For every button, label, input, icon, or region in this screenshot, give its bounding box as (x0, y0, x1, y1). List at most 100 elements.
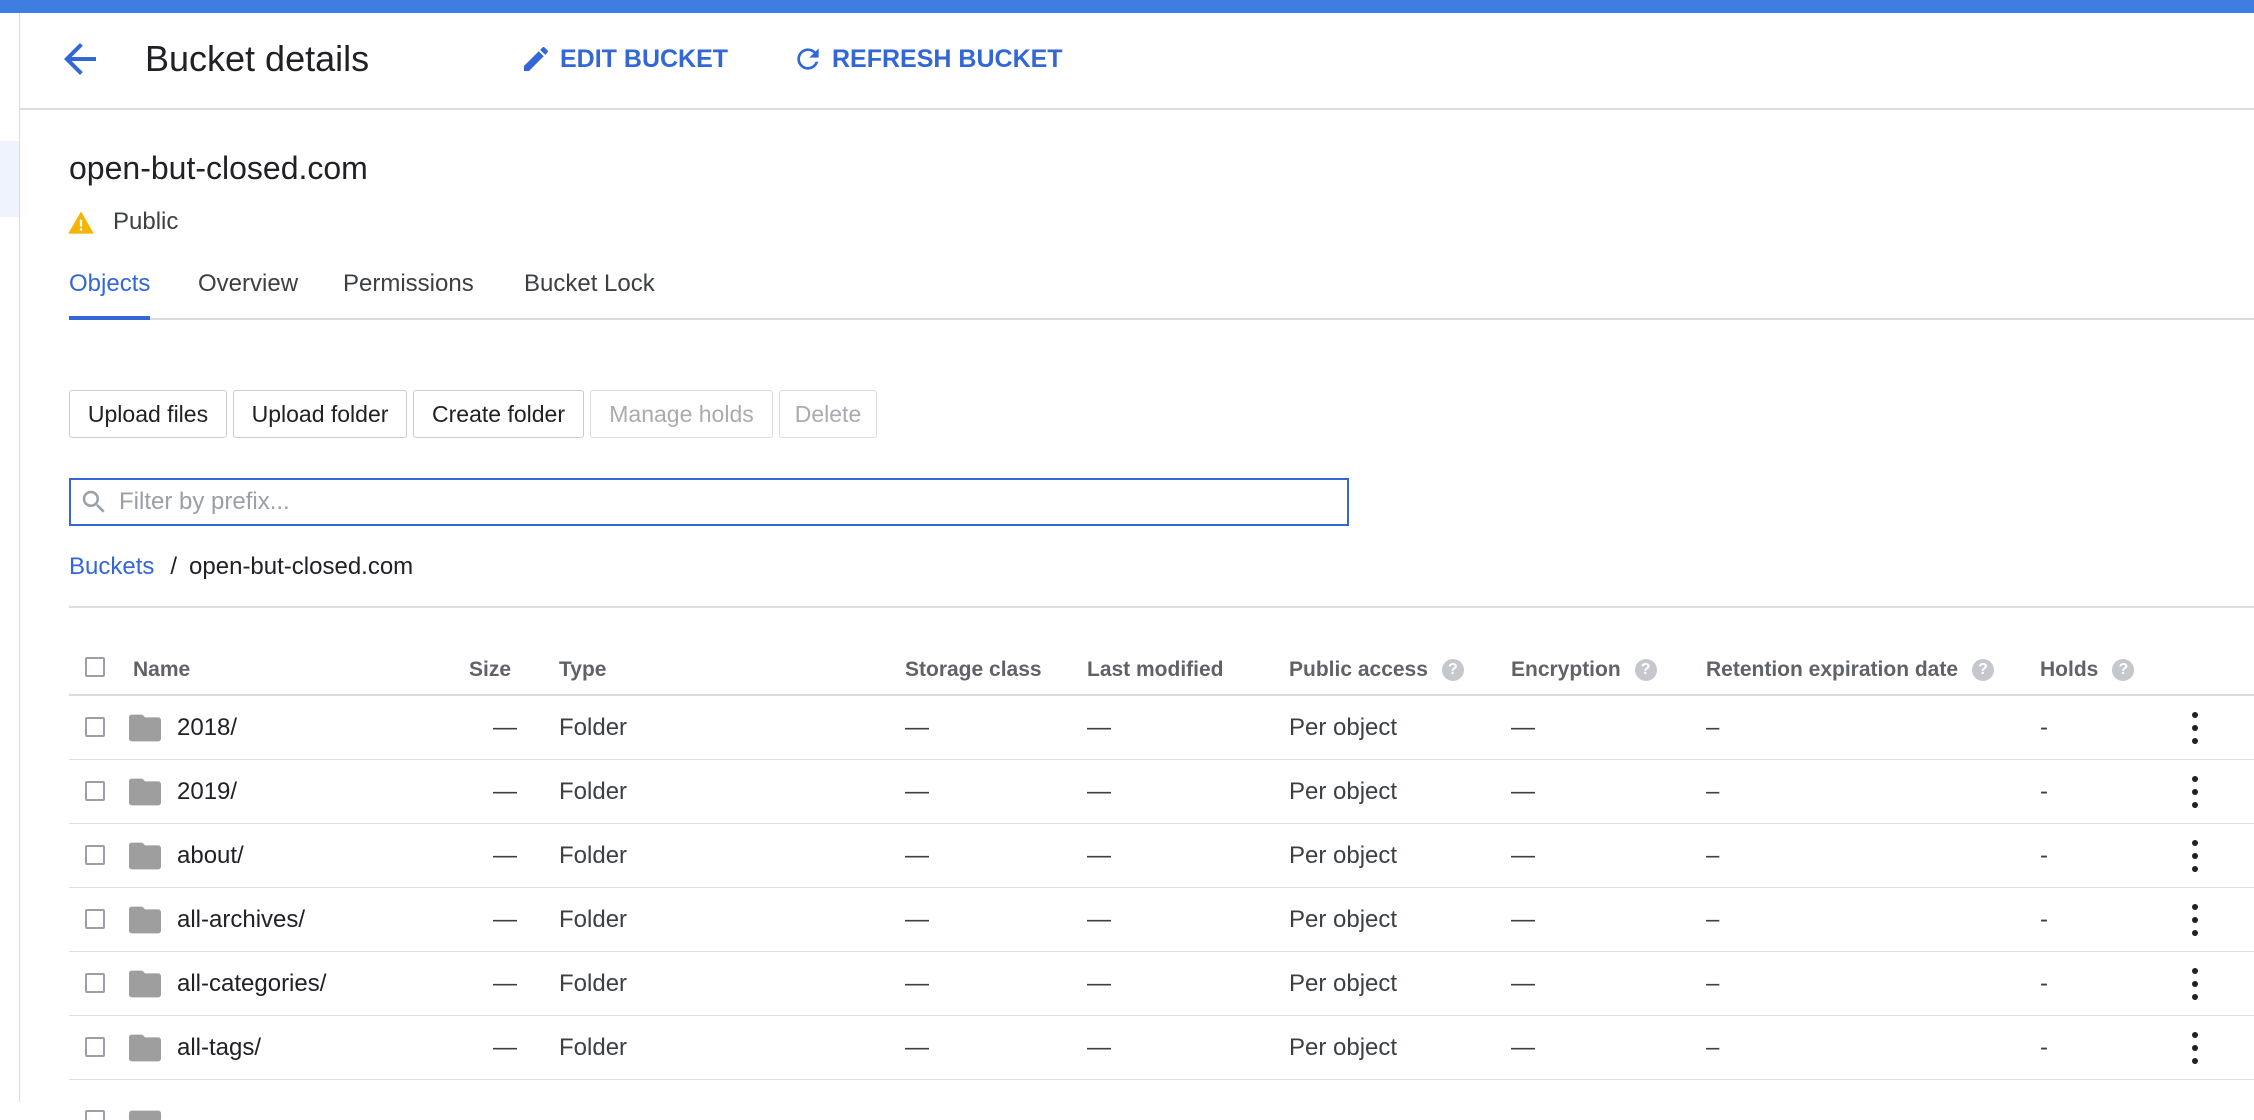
breadcrumb-separator: / (170, 553, 178, 580)
row-size: — (493, 906, 517, 933)
tab-overview[interactable]: Overview (198, 270, 298, 316)
help-icon[interactable]: ? (1634, 659, 1657, 681)
row-last-modified: — (1087, 842, 1111, 869)
row-name[interactable]: all-archives/ (177, 906, 305, 934)
tab-permissions[interactable]: Permissions (343, 270, 474, 316)
table-row[interactable]: 2018/ — Folder — — Per object — – - (69, 696, 2254, 760)
manage-holds-button[interactable]: Manage holds (590, 390, 773, 438)
row-type: Folder (559, 906, 628, 933)
page-header: Bucket details EDIT BUCKET REFRESH BUCKE… (20, 13, 2254, 110)
row-holds: - (2040, 778, 2048, 805)
col-holds-label: Holds (2040, 658, 2099, 681)
more-vert-icon[interactable] (2185, 968, 2205, 1000)
bucket-name: open-but-closed.com (69, 150, 368, 186)
create-folder-button[interactable]: Create folder (413, 390, 584, 438)
row-size: — (493, 714, 517, 741)
row-checkbox[interactable] (85, 717, 105, 737)
more-vert-icon[interactable] (2185, 712, 2205, 744)
row-encryption: — (1511, 842, 1535, 869)
edit-bucket-button[interactable]: EDIT BUCKET (520, 41, 728, 77)
row-name[interactable]: all-tags/ (177, 1034, 261, 1062)
row-checkbox[interactable] (85, 1037, 105, 1057)
row-checkbox[interactable] (85, 1110, 105, 1120)
folder-icon (129, 842, 161, 870)
row-holds: - (2040, 1034, 2048, 1061)
row-holds: - (2040, 842, 2048, 869)
upload-files-button[interactable]: Upload files (69, 390, 227, 438)
more-vert-icon[interactable] (2185, 1032, 2205, 1064)
col-public-access[interactable]: Public access? (1289, 658, 1464, 682)
row-retention: – (1706, 778, 1720, 805)
table-row[interactable]: all-archives/ — Folder — — Per object — … (69, 888, 2254, 952)
row-holds: - (2040, 970, 2048, 997)
public-status-label: Public (113, 208, 179, 235)
row-last-modified: — (1087, 1034, 1111, 1061)
upload-folder-button[interactable]: Upload folder (233, 390, 407, 438)
row-name[interactable]: all-categories/ (177, 970, 326, 998)
folder-icon (129, 906, 161, 934)
row-encryption: — (1511, 906, 1535, 933)
row-checkbox[interactable] (85, 909, 105, 929)
more-vert-icon[interactable] (2185, 904, 2205, 936)
help-icon[interactable]: ? (2112, 659, 2135, 681)
file-icon (129, 1110, 161, 1120)
tab-objects[interactable]: Objects (69, 270, 151, 320)
refresh-bucket-button[interactable]: REFRESH BUCKET (792, 41, 1063, 77)
left-nav-rail (0, 13, 20, 1102)
row-size: — (493, 970, 517, 997)
row-retention: – (1706, 842, 1720, 869)
folder-icon (129, 778, 161, 806)
table-row[interactable]: all-tags/ — Folder — — Per object — – - (69, 1016, 2254, 1080)
breadcrumb: Buckets / open-but-closed.com (69, 553, 413, 581)
edit-bucket-label: EDIT BUCKET (560, 44, 729, 73)
left-nav-active-item[interactable] (0, 141, 19, 217)
row-public-access: Per object (1289, 842, 1398, 869)
col-last-modified[interactable]: Last modified (1087, 658, 1224, 682)
row-retention: – (1706, 1034, 1720, 1061)
table-row[interactable]: about/ — Folder — — Per object — – - (69, 824, 2254, 888)
row-retention: – (1706, 906, 1720, 933)
row-storage-class: — (905, 778, 929, 805)
row-retention: – (1706, 714, 1720, 741)
delete-button[interactable]: Delete (779, 390, 877, 438)
back-arrow-icon[interactable] (56, 35, 104, 83)
col-retention[interactable]: Retention expiration date? (1706, 658, 1995, 682)
row-public-access: Per object (1289, 1034, 1398, 1061)
row-name[interactable]: 2019/ (177, 778, 237, 806)
row-name[interactable]: 2018/ (177, 714, 237, 742)
row-checkbox[interactable] (85, 973, 105, 993)
help-icon[interactable]: ? (1441, 659, 1464, 681)
col-encryption[interactable]: Encryption? (1511, 658, 1657, 682)
top-accent-bar (0, 0, 2254, 13)
refresh-icon (797, 48, 819, 70)
breadcrumb-buckets-link[interactable]: Buckets (69, 553, 154, 580)
row-storage-class: — (905, 842, 929, 869)
col-type[interactable]: Type (559, 658, 606, 682)
row-public-access: Per object (1289, 970, 1398, 997)
more-vert-icon[interactable] (2185, 840, 2205, 872)
col-name[interactable]: Name (133, 658, 190, 682)
col-size[interactable]: Size (469, 658, 511, 682)
select-all-checkbox[interactable] (85, 657, 105, 677)
row-storage-class: — (905, 906, 929, 933)
col-holds[interactable]: Holds? (2040, 658, 2135, 682)
more-vert-icon[interactable] (2185, 776, 2205, 808)
help-icon[interactable]: ? (1972, 659, 1995, 681)
public-status: Public (67, 208, 178, 236)
row-last-modified: — (1087, 714, 1111, 741)
tab-bucket-lock[interactable]: Bucket Lock (524, 270, 655, 316)
table-row[interactable]: all-categories/ — Folder — — Per object … (69, 952, 2254, 1016)
table-row-partial[interactable] (69, 1080, 2254, 1120)
row-encryption: — (1511, 970, 1535, 997)
row-checkbox[interactable] (85, 845, 105, 865)
row-name[interactable]: about/ (177, 842, 244, 870)
row-storage-class: — (905, 970, 929, 997)
table-row[interactable]: 2019/ — Folder — — Per object — – - (69, 760, 2254, 824)
search-icon (82, 490, 105, 513)
row-checkbox[interactable] (85, 781, 105, 801)
tab-bar: Objects Overview Permissions Bucket Lock (69, 270, 2254, 320)
filter-input[interactable] (117, 487, 1301, 517)
row-public-access: Per object (1289, 714, 1398, 741)
col-storage-class[interactable]: Storage class (905, 658, 1042, 682)
row-encryption: — (1511, 714, 1535, 741)
